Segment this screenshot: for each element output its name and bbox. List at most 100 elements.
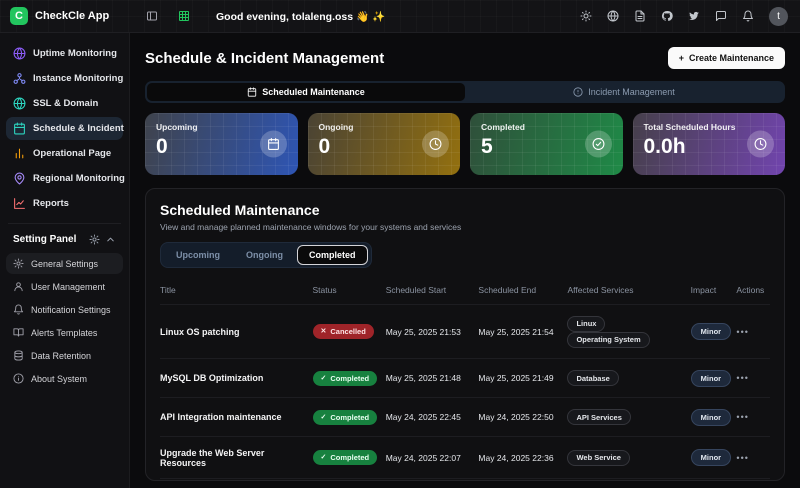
language-globe-icon[interactable] xyxy=(607,10,619,22)
check-icon: ✓ xyxy=(321,414,327,421)
filter-ongoing[interactable]: Ongoing xyxy=(234,245,295,265)
user-avatar[interactable]: t xyxy=(769,7,788,26)
map-pin-icon xyxy=(13,172,26,185)
clock-icon xyxy=(747,131,774,158)
nav-label: Schedule & Incident xyxy=(33,123,124,134)
sidebar-item-general-settings[interactable]: General Settings xyxy=(6,253,123,274)
nodes-icon xyxy=(13,72,26,85)
bell-icon[interactable] xyxy=(742,10,754,22)
col-title: Title xyxy=(160,285,313,295)
grid-view-icon[interactable] xyxy=(178,10,190,22)
header-right-tools: t xyxy=(580,7,800,26)
service-badge: API Services xyxy=(567,409,630,425)
panel-toggle-icon[interactable] xyxy=(146,10,158,22)
setting-panel-title: Setting Panel xyxy=(13,234,76,245)
section-title: Scheduled Maintenance xyxy=(160,202,770,218)
status-badge: ✓Completed xyxy=(313,371,378,386)
sidebar-item-ssl-domain[interactable]: SSL & Domain xyxy=(6,92,123,115)
table-row: Linux OS patching ✕Cancelled May 25, 202… xyxy=(160,304,770,358)
stat-cards: Upcoming 0 Ongoing 0 Completed 5 Total S… xyxy=(145,113,785,175)
bar-chart-icon xyxy=(13,147,26,160)
row-title: API Integration maintenance xyxy=(160,412,313,422)
calendar-icon xyxy=(247,87,257,97)
tab-incident-management[interactable]: Incident Management xyxy=(465,83,783,101)
sidebar-item-operational-page[interactable]: Operational Page xyxy=(6,142,123,165)
create-maintenance-button[interactable]: + Create Maintenance xyxy=(668,47,785,69)
nav-label: Operational Page xyxy=(33,148,111,159)
setting-panel-header[interactable]: Setting Panel xyxy=(6,232,123,253)
sidebar-item-regional-monitoring[interactable]: Regional Monitoring xyxy=(6,167,123,190)
service-badge: Web Service xyxy=(567,450,629,466)
book-icon xyxy=(13,327,24,338)
x-icon: ✕ xyxy=(321,328,327,335)
filter-upcoming[interactable]: Upcoming xyxy=(164,245,232,265)
row-actions-menu[interactable]: ••• xyxy=(736,327,748,337)
greeting-text: Good evening, tolaleng.oss 👋 ✨ xyxy=(216,10,385,23)
tab-scheduled-maintenance[interactable]: Scheduled Maintenance xyxy=(147,83,465,101)
sidebar-item-user-management[interactable]: User Management xyxy=(6,276,123,297)
user-icon xyxy=(13,281,24,292)
sidebar-item-reports[interactable]: Reports xyxy=(6,192,123,215)
maintenance-table: Title Status Scheduled Start Scheduled E… xyxy=(160,281,770,488)
scheduled-end: May 25, 2025 21:49 xyxy=(478,373,567,383)
github-icon[interactable] xyxy=(661,10,673,22)
nav-label: SSL & Domain xyxy=(33,98,98,109)
impact-badge: Minor xyxy=(691,370,731,387)
row-title: Linux OS patching xyxy=(160,327,313,337)
clock-icon xyxy=(422,131,449,158)
row-actions-menu[interactable]: ••• xyxy=(736,412,748,422)
service-badge: Operating System xyxy=(567,332,649,348)
database-icon xyxy=(13,350,24,361)
app-logo: C xyxy=(10,7,28,25)
impact-badge: Minor xyxy=(691,323,731,340)
sidebar-item-uptime-monitoring[interactable]: Uptime Monitoring xyxy=(6,42,123,65)
section-subtitle: View and manage planned maintenance wind… xyxy=(160,222,770,232)
docs-file-icon[interactable] xyxy=(634,10,646,22)
app-title: CheckCle App xyxy=(35,10,109,22)
col-actions: Actions xyxy=(736,285,770,295)
calendar-icon xyxy=(260,131,287,158)
scheduled-start: May 24, 2025 22:45 xyxy=(386,412,479,422)
scheduled-start: May 25, 2025 21:53 xyxy=(386,327,479,337)
table-row: Server Maintenance ✕Cancelled May 22, 20… xyxy=(160,478,770,488)
nav-label: Instance Monitoring xyxy=(33,73,123,84)
stat-card-upcoming: Upcoming 0 xyxy=(145,113,298,175)
impact-badge: Minor xyxy=(691,409,731,426)
impact-badge: Minor xyxy=(691,449,731,466)
sidebar-item-notification-settings[interactable]: Notification Settings xyxy=(6,299,123,320)
col-services: Affected Services xyxy=(567,285,690,295)
sidebar-item-data-retention[interactable]: Data Retention xyxy=(6,345,123,366)
col-status: Status xyxy=(313,285,386,295)
calendar-icon xyxy=(13,122,26,135)
gear-icon[interactable] xyxy=(89,234,100,245)
chat-icon[interactable] xyxy=(715,10,727,22)
scheduled-end: May 24, 2025 22:50 xyxy=(478,412,567,422)
nav-label: Regional Monitoring xyxy=(33,173,125,184)
scheduled-maintenance-panel: Scheduled Maintenance View and manage pl… xyxy=(145,188,785,481)
sidebar-item-about-system[interactable]: About System xyxy=(6,368,123,389)
twitter-icon[interactable] xyxy=(688,10,700,22)
bell-icon xyxy=(13,304,24,315)
status-badge: ✕Cancelled xyxy=(313,324,374,339)
top-header: C CheckCle App Good evening, tolaleng.os… xyxy=(0,0,800,33)
theme-sun-icon[interactable] xyxy=(580,10,592,22)
app-window: C CheckCle App Good evening, tolaleng.os… xyxy=(0,0,800,488)
table-row: API Integration maintenance ✓Completed M… xyxy=(160,397,770,436)
sidebar-item-alerts-templates[interactable]: Alerts Templates xyxy=(6,322,123,343)
status-badge: ✓Completed xyxy=(313,410,378,425)
check-circle-icon xyxy=(585,131,612,158)
nav-label: Uptime Monitoring xyxy=(33,48,117,59)
row-actions-menu[interactable]: ••• xyxy=(736,453,748,463)
chevron-up-icon[interactable] xyxy=(105,234,116,245)
col-impact: Impact xyxy=(691,285,737,295)
row-actions-menu[interactable]: ••• xyxy=(736,373,748,383)
nav-label: Data Retention xyxy=(31,351,91,361)
row-title: Upgrade the Web Server Resources xyxy=(160,448,313,468)
filter-completed[interactable]: Completed xyxy=(297,245,368,265)
sidebar-item-instance-monitoring[interactable]: Instance Monitoring xyxy=(6,67,123,90)
sidebar-item-schedule-incident[interactable]: Schedule & Incident xyxy=(6,117,123,140)
app-brand: C CheckCle App xyxy=(0,7,130,25)
sidebar-divider xyxy=(8,223,121,224)
affected-services: Web Service xyxy=(567,450,690,466)
scheduled-start: May 24, 2025 22:07 xyxy=(386,453,479,463)
